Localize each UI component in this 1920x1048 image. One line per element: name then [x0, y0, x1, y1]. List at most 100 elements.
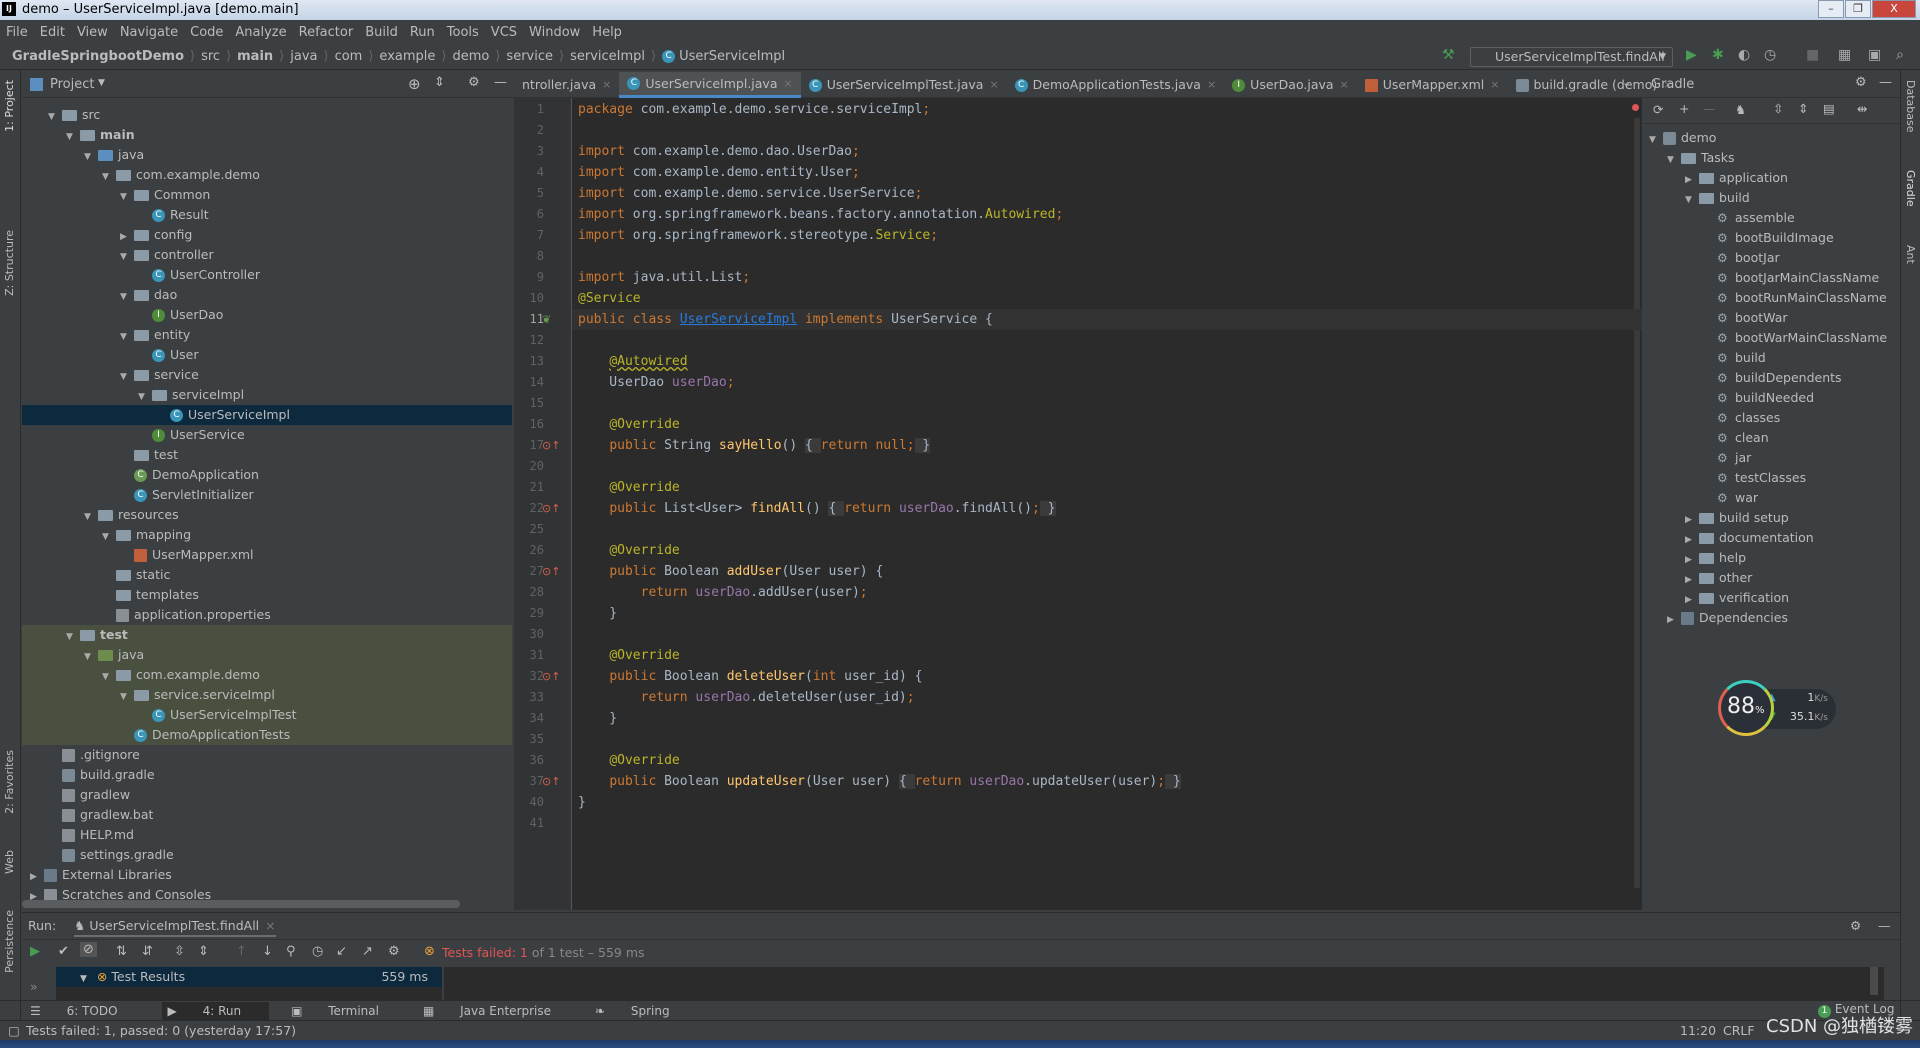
build-hammer-icon[interactable]: ⚒	[1442, 47, 1455, 63]
tree-item[interactable]: C UserServiceImpl	[22, 405, 512, 425]
gradle-tree-item[interactable]: ▶ documentation	[1643, 528, 1900, 548]
caret-position[interactable]: 11:20	[1680, 1021, 1716, 1041]
collapse-arrow-icon[interactable]: ▶	[1685, 590, 1699, 610]
console-output[interactable]	[444, 967, 1884, 1001]
collapse-all-icon[interactable]: ⇕	[198, 944, 209, 959]
expand-arrow-icon[interactable]: ▼	[120, 327, 134, 347]
tree-item[interactable]: C DemoApplicationTests	[22, 725, 512, 745]
menu-code[interactable]: Code	[190, 25, 223, 40]
project-view-select[interactable]: Project	[50, 77, 94, 92]
override-method-icon[interactable]: ⊙↑	[542, 565, 560, 578]
terminal-window-icon[interactable]: ▣	[1868, 47, 1881, 63]
collapse-arrow-icon[interactable]: ▶	[1685, 530, 1699, 550]
menu-help[interactable]: Help	[592, 25, 622, 40]
tree-item[interactable]: HELP.md	[22, 825, 512, 845]
tree-item[interactable]: gradlew	[22, 785, 512, 805]
breadcrumb-item[interactable]: UserServiceImpl	[679, 49, 785, 64]
breadcrumb-item[interactable]: src	[201, 49, 220, 64]
collapse-arrow-icon[interactable]: ▶	[1667, 610, 1681, 630]
menu-run[interactable]: Run	[410, 25, 435, 40]
override-method-icon[interactable]: ⊙↑	[542, 775, 560, 788]
tree-item[interactable]: I UserService	[22, 425, 512, 445]
expand-arrow-icon[interactable]: ▼	[102, 167, 116, 187]
gradle-elephant-icon[interactable]: ♞	[1735, 102, 1746, 117]
tree-item[interactable]: ▼ Common	[22, 185, 512, 205]
gradle-tree-item[interactable]: ▶ help	[1643, 548, 1900, 568]
tree-item[interactable]: C Result	[22, 205, 512, 225]
tree-item[interactable]: ▼ service	[22, 365, 512, 385]
tree-item[interactable]: C User	[22, 345, 512, 365]
status-panel-icon[interactable]: ▢	[8, 1021, 20, 1041]
tool-window--run[interactable]: ▶ 4: Run	[161, 1001, 270, 1020]
tree-item[interactable]: test	[22, 445, 512, 465]
stripe-structure[interactable]: Z: Structure	[3, 230, 16, 296]
coverage-icon[interactable]: ◐	[1738, 47, 1750, 63]
close-button[interactable]: X	[1872, 0, 1916, 18]
console-scrollbar[interactable]	[1870, 967, 1878, 995]
expand-arrow-icon[interactable]: ▼	[66, 127, 80, 147]
tree-item[interactable]: ▼ java	[22, 645, 512, 665]
collapse-arrow-icon[interactable]: ▶	[120, 227, 134, 247]
menu-build[interactable]: Build	[365, 25, 398, 40]
menu-file[interactable]: File	[6, 25, 28, 40]
gradle-tree-item[interactable]: ⚙ buildNeeded	[1643, 388, 1900, 408]
menu-analyze[interactable]: Analyze	[235, 25, 286, 40]
override-method-icon[interactable]: ⊙↑	[542, 439, 560, 452]
tool-window--todo[interactable]: ☰ 6: TODO	[30, 1004, 140, 1018]
tree-item[interactable]: ▼ mapping	[22, 525, 512, 545]
tree-item[interactable]: gradlew.bat	[22, 805, 512, 825]
line-separator[interactable]: CRLF	[1723, 1021, 1755, 1041]
close-tab-icon[interactable]: ×	[602, 72, 611, 98]
more-chevron-icon[interactable]: »	[30, 979, 38, 994]
menu-tools[interactable]: Tools	[447, 25, 479, 40]
expand-arrow-icon[interactable]: ▼	[66, 627, 80, 647]
debug-icon[interactable]: ✱	[1712, 47, 1724, 63]
minimize-button[interactable]: –	[1818, 0, 1844, 18]
sort-alpha-icon[interactable]: ⇅	[116, 944, 127, 959]
menu-refactor[interactable]: Refactor	[299, 25, 354, 40]
gradle-tree-item[interactable]: ⚙ bootWar	[1643, 308, 1900, 328]
close-tab-icon[interactable]: ×	[265, 918, 275, 933]
gradle-tree-item[interactable]: ⚙ classes	[1643, 408, 1900, 428]
tabs-overflow-chevron-icon[interactable]: ⌄	[1622, 76, 1631, 89]
tree-item[interactable]: ▼ serviceImpl	[22, 385, 512, 405]
collapse-all-icon[interactable]: ⇕	[1798, 101, 1808, 116]
breadcrumb-item[interactable]: GradleSpringbootDemo	[12, 49, 184, 64]
expand-arrow-icon[interactable]: ▼	[1685, 190, 1699, 210]
tree-item[interactable]: ▼ controller	[22, 245, 512, 265]
editor-scrollbar[interactable]	[1634, 118, 1640, 888]
menu-navigate[interactable]: Navigate	[120, 25, 178, 40]
tree-item[interactable]: ▼ com.example.demo	[22, 665, 512, 685]
gradle-tree-item[interactable]: ▶ verification	[1643, 588, 1900, 608]
tab-demoapplicationtests-java[interactable]: C DemoApplicationTests.java ×	[1007, 72, 1225, 98]
close-tab-icon[interactable]: ×	[1207, 72, 1216, 98]
collapse-all-icon[interactable]: ⇕	[434, 75, 445, 90]
expand-arrow-icon[interactable]: ▼	[48, 107, 62, 127]
expand-arrow-icon[interactable]: ▼	[84, 147, 98, 167]
export-icon[interactable]: ↗	[362, 944, 373, 959]
close-tab-icon[interactable]: ×	[783, 71, 792, 97]
gradle-tree-item[interactable]: ⚙ build	[1643, 348, 1900, 368]
gradle-tree-item[interactable]: ▶ application	[1643, 168, 1900, 188]
stripe-gradle[interactable]: Gradle	[1904, 170, 1917, 207]
maximize-button[interactable]: ❐	[1845, 0, 1871, 18]
stripe-web[interactable]: Web	[3, 850, 16, 874]
tree-item[interactable]: ▼ src	[22, 105, 512, 125]
gear-icon[interactable]: ⚙	[468, 75, 480, 90]
error-indicator-icon[interactable]	[1632, 104, 1639, 111]
gradle-tree-item[interactable]: ⚙ buildDependents	[1643, 368, 1900, 388]
toggle-offline-icon[interactable]: ⇹	[1857, 101, 1867, 116]
gear-icon[interactable]: ⚙	[1855, 75, 1867, 90]
import-icon[interactable]: ↙	[336, 944, 347, 959]
chevron-down-icon[interactable]: ▼	[98, 78, 105, 88]
gradle-tree-item[interactable]: ⚙ bootWarMainClassName	[1643, 328, 1900, 348]
expand-arrow-icon[interactable]: ▼	[102, 527, 116, 547]
tree-item[interactable]: ▼ dao	[22, 285, 512, 305]
tree-item[interactable]: ▼ java	[22, 145, 512, 165]
tab-userdao-java[interactable]: I UserDao.java ×	[1224, 72, 1357, 98]
tree-item[interactable]: ▼ main	[22, 125, 512, 145]
stripe-favorites[interactable]: 2: Favorites	[3, 750, 16, 814]
tree-item[interactable]: ▼ test	[22, 625, 512, 645]
tree-item[interactable]: C ServletInitializer	[22, 485, 512, 505]
run-config-select[interactable]: UserServiceImplTest.findAll ▼	[1470, 47, 1673, 67]
